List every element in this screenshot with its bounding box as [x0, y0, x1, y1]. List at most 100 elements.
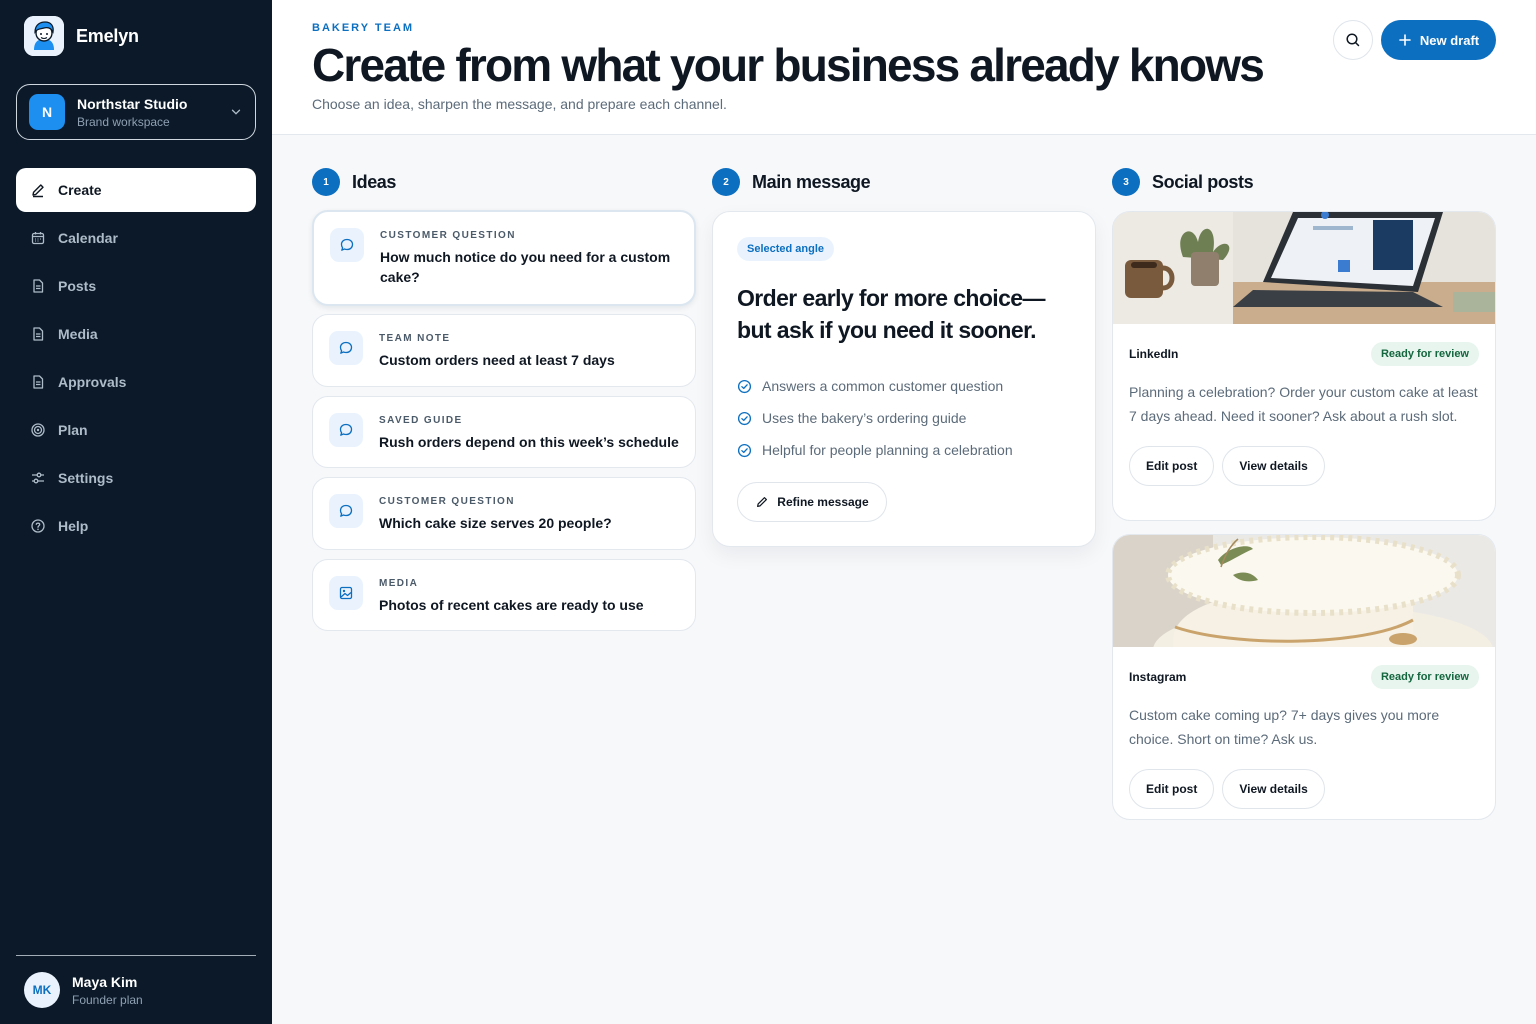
idea-kind: MEDIA [379, 578, 419, 589]
idea-kind: CUSTOMER QUESTION [379, 496, 515, 507]
column-posts-header: 3 Social posts [1112, 168, 1254, 196]
status-badge: Ready for review [1370, 665, 1479, 689]
edit-post-button[interactable]: Edit post [1129, 446, 1215, 486]
sidebar-item-label: Plan [58, 422, 88, 438]
brand-name: Emelyn [76, 25, 139, 46]
help-icon [31, 519, 45, 533]
idea-text: Which cake size serves 20 people? [379, 515, 612, 531]
check-text: Answers a common customer question [762, 378, 1004, 394]
selected-angle-badge: Selected angle [737, 237, 835, 261]
workspace-avatar: N [29, 94, 65, 130]
column-title: Main message [752, 171, 871, 192]
workspace-subtitle: Brand workspace [77, 114, 170, 129]
check-circle-icon [737, 443, 752, 457]
idea-card-selected[interactable]: CUSTOMER QUESTION How much notice do you… [312, 210, 696, 306]
chat-icon [329, 494, 363, 528]
idea-kind: SAVED GUIDE [379, 415, 463, 426]
idea-kind: TEAM NOTE [379, 333, 451, 344]
sidebar-nav: Create Calendar Posts Media Approvals Pl… [16, 168, 256, 552]
sidebar-item-approvals[interactable]: Approvals [16, 360, 256, 404]
avatar: MK [24, 972, 60, 1008]
workspace-name: Northstar Studio [77, 95, 188, 112]
sidebar-item-create[interactable]: Create [16, 168, 256, 212]
column-ideas-header: 1 Ideas [312, 168, 396, 196]
sidebar-divider [16, 955, 256, 956]
post-card-linkedin: LinkedIn Ready for review Planning a cel… [1112, 211, 1496, 521]
document-icon [33, 375, 44, 389]
sidebar-item-label: Approvals [58, 374, 127, 390]
pencil-icon [757, 497, 768, 507]
post-image [1113, 212, 1495, 324]
new-draft-button[interactable]: New draft [1381, 20, 1496, 60]
idea-card[interactable]: TEAM NOTE Custom orders need at least 7 … [312, 314, 696, 387]
check-item: Helpful for people planning a celebratio… [737, 434, 1013, 466]
chat-icon [329, 331, 363, 365]
image-icon [329, 576, 363, 610]
search-icon [1346, 33, 1360, 47]
brand[interactable]: Emelyn [24, 16, 139, 56]
check-text: Uses the bakery’s ordering guide [762, 410, 967, 426]
idea-kind: CUSTOMER QUESTION [380, 230, 516, 241]
page-title: Create from what your business already k… [312, 39, 1265, 91]
sliders-icon [32, 472, 44, 484]
column-message-header: 2 Main message [712, 168, 871, 196]
chat-icon [330, 228, 364, 262]
sidebar-item-label: Posts [58, 278, 97, 294]
view-details-button[interactable]: View details [1222, 769, 1325, 809]
sidebar-item-calendar[interactable]: Calendar [16, 216, 256, 260]
check-circle-icon [737, 379, 752, 393]
post-platform: LinkedIn [1129, 347, 1179, 361]
chat-icon [329, 413, 363, 447]
user-plan: Founder plan [72, 992, 143, 1007]
view-details-button[interactable]: View details [1222, 446, 1325, 486]
document-icon [33, 279, 44, 293]
message-headline: Order early for more choice—but ask if y… [737, 285, 1045, 343]
step-badge: 3 [1112, 168, 1140, 196]
step-badge: 1 [312, 168, 340, 196]
brand-logo-icon [24, 16, 64, 56]
idea-card[interactable]: CUSTOMER QUESTION Which cake size serves… [312, 477, 696, 550]
check-text: Helpful for people planning a celebratio… [762, 442, 1013, 458]
edit-post-button[interactable]: Edit post [1129, 769, 1215, 809]
search-button[interactable] [1333, 20, 1373, 60]
sidebar-item-plan[interactable]: Plan [16, 408, 256, 452]
status-badge: Ready for review [1370, 342, 1479, 366]
sidebar-item-label: Settings [58, 470, 114, 486]
check-circle-icon [737, 411, 752, 425]
document-icon [33, 327, 44, 341]
post-platform: Instagram [1129, 670, 1187, 684]
sidebar-item-label: Create [58, 182, 102, 198]
sidebar-item-help[interactable]: Help [16, 504, 256, 548]
sidebar-item-label: Help [58, 518, 89, 534]
sidebar-item-posts[interactable]: Posts [16, 264, 256, 308]
page-eyebrow: BAKERY TEAM [312, 22, 415, 34]
refine-label: Refine message [777, 495, 869, 509]
check-item: Uses the bakery’s ordering guide [737, 402, 1013, 434]
post-body: Custom cake coming up? 7+ days gives you… [1129, 707, 1440, 747]
workspace-switcher[interactable]: N Northstar Studio Brand workspace [16, 84, 256, 140]
pencil-icon [32, 184, 44, 198]
user-profile[interactable]: MK Maya Kim Founder plan [24, 972, 143, 1008]
calendar-icon [31, 232, 45, 245]
main-message-card: Selected angle Order early for more choi… [712, 211, 1096, 547]
sidebar-item-label: Media [58, 326, 98, 342]
column-title: Social posts [1152, 171, 1254, 192]
idea-text: Rush orders depend on this week’s schedu… [379, 434, 679, 450]
page-header: BAKERY TEAM Create from what your busine… [272, 0, 1536, 135]
idea-text: Photos of recent cakes are ready to use [379, 597, 644, 613]
idea-card[interactable]: MEDIA Photos of recent cakes are ready t… [312, 559, 696, 631]
chevron-down-icon [231, 109, 241, 115]
idea-card[interactable]: SAVED GUIDE Rush orders depend on this w… [312, 396, 696, 468]
page-subtitle: Choose an idea, sharpen the message, and… [312, 96, 727, 112]
new-draft-label: New draft [1419, 32, 1480, 48]
column-title: Ideas [352, 171, 397, 192]
user-name: Maya Kim [72, 973, 138, 990]
sidebar-item-settings[interactable]: Settings [16, 456, 256, 500]
sidebar-item-media[interactable]: Media [16, 312, 256, 356]
post-image [1113, 535, 1495, 647]
target-icon [31, 423, 45, 437]
refine-message-button[interactable]: Refine message [737, 482, 887, 522]
plus-icon [1399, 34, 1411, 46]
idea-text: Custom orders need at least 7 days [379, 352, 615, 368]
idea-text: How much notice do you need for a custom… [380, 249, 671, 285]
